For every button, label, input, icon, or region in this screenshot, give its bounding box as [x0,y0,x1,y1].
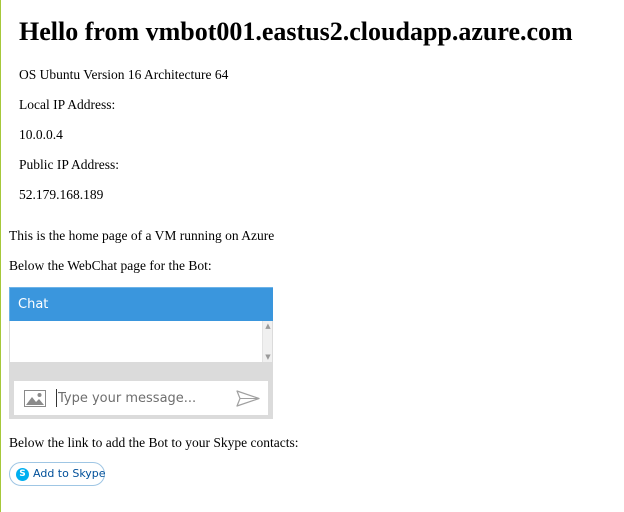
home-page-text: This is the home page of a VM running on… [9,228,275,243]
chevron-up-icon[interactable]: ▲ [264,322,272,330]
send-icon[interactable] [236,390,260,407]
page-content: Hello from vmbot001.eastus2.cloudapp.azu… [1,0,624,512]
chevron-down-icon[interactable]: ▼ [264,353,272,361]
os-info-text: OS Ubuntu Version 16 Architecture 64 [19,67,229,82]
skype-icon: S [16,468,29,481]
chat-scrollbar[interactable]: ▲ ▼ [262,321,272,362]
page-title: Hello from vmbot001.eastus2.cloudapp.azu… [19,17,573,46]
text-caret [56,389,57,407]
public-ip-value: 52.179.168.189 [19,187,104,202]
chat-history[interactable] [10,321,262,362]
local-ip-label: Local IP Address: [19,97,116,112]
chat-input-bar [14,381,268,415]
public-ip-label: Public IP Address: [19,157,120,172]
image-icon[interactable] [24,390,46,407]
add-to-skype-label: Add to Skype [33,467,106,480]
chat-message-input[interactable] [58,387,223,409]
local-ip-value: 10.0.0.4 [19,127,63,142]
webchat-widget: Chat ▲ ▼ [9,287,273,419]
webchat-intro-text: Below the WebChat page for the Bot: [9,258,212,273]
skype-intro-text: Below the link to add the Bot to your Sk… [9,435,299,450]
add-to-skype-button[interactable]: S Add to Skype [9,462,106,486]
chat-header: Chat [9,287,273,321]
